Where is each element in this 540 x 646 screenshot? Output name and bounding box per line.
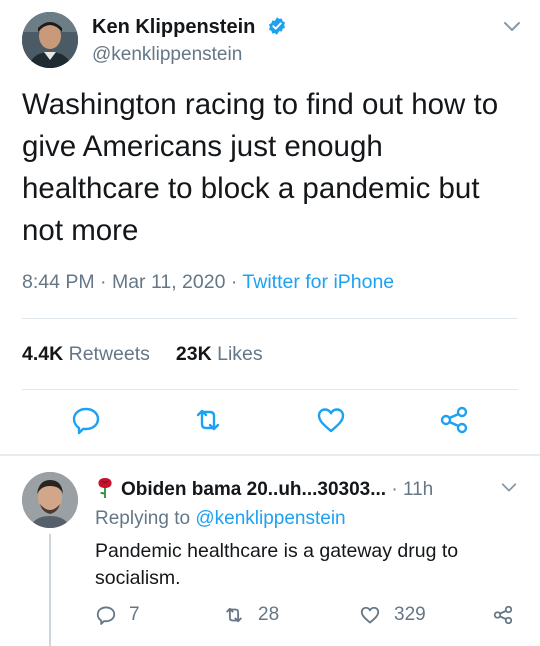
verified-icon [267, 16, 287, 42]
author-name[interactable]: Ken Klippenstein [92, 16, 287, 42]
like-count: 329 [394, 604, 426, 625]
divider [22, 318, 518, 319]
reply-count: 7 [129, 604, 140, 625]
retweet-count: 28 [258, 604, 280, 625]
retweets-stat[interactable]: 4.4K Retweets [22, 343, 150, 365]
reply-tweet[interactable]: Obiden bama 20..uh...30303... · 11h Repl… [0, 456, 540, 646]
reply-text: Pandemic healthcare is a gateway drug to… [95, 540, 459, 589]
tweet-action-bar [0, 404, 540, 444]
reply-icon[interactable] [70, 404, 102, 436]
retweets-count: 4.4K [22, 343, 64, 365]
retweet-icon [226, 607, 242, 623]
retweet-icon[interactable] [192, 404, 224, 436]
share-icon[interactable] [438, 404, 470, 436]
likes-count: 23K [175, 343, 212, 365]
tweet-stats: 4.4K Retweets 23K Likes [22, 343, 263, 366]
like-icon [360, 606, 380, 624]
reply-share-button[interactable] [492, 601, 526, 629]
author-avatar[interactable] [22, 12, 78, 68]
tweet-date: Mar 11, 2020 [111, 271, 226, 293]
tweet-meta: 8:44 PM · Mar 11, 2020 · Twitter for iPh… [22, 271, 394, 294]
reply-reply-button[interactable]: 7 [95, 601, 140, 629]
reply-like-button[interactable]: 329 [358, 601, 426, 629]
replying-to-prefix: Replying to [95, 508, 191, 529]
reply-icon [96, 606, 116, 625]
like-icon[interactable] [315, 404, 347, 436]
author-handle[interactable]: @kenklippenstein [92, 44, 242, 66]
tweet-header: Ken Klippenstein @kenklippenstein [22, 12, 522, 72]
reply-time: 11h [402, 479, 434, 500]
rose-icon [95, 475, 115, 505]
divider [22, 389, 518, 390]
replying-to: Replying to @kenklippenstein [95, 508, 346, 530]
reply-retweet-button[interactable]: 28 [222, 601, 279, 629]
likes-label: Likes [217, 343, 263, 365]
meta-separator: · [230, 271, 243, 293]
meta-separator: · [100, 271, 112, 293]
tweet-text: Washington racing to find out how to giv… [22, 88, 499, 247]
retweets-label: Retweets [68, 343, 150, 365]
replying-to-mention[interactable]: @kenklippenstein [195, 508, 345, 529]
reply-author-name[interactable]: Obiden bama 20..uh...30303... [121, 479, 386, 500]
tweet-source-link[interactable]: Twitter for iPhone [242, 271, 394, 293]
author-name-text[interactable]: Ken Klippenstein [92, 16, 255, 38]
reply-separator: · [386, 479, 403, 500]
reply-author-avatar[interactable] [22, 472, 78, 528]
chevron-down-icon[interactable] [500, 478, 518, 501]
chevron-down-icon[interactable] [502, 16, 522, 41]
share-icon [493, 605, 513, 625]
likes-stat[interactable]: 23K Likes [176, 343, 263, 365]
tweet-time: 8:44 PM [22, 271, 95, 293]
reply-author-line: Obiden bama 20..uh...30303... · 11h [95, 475, 433, 505]
reply-action-bar: 7 28 329 [0, 601, 540, 631]
